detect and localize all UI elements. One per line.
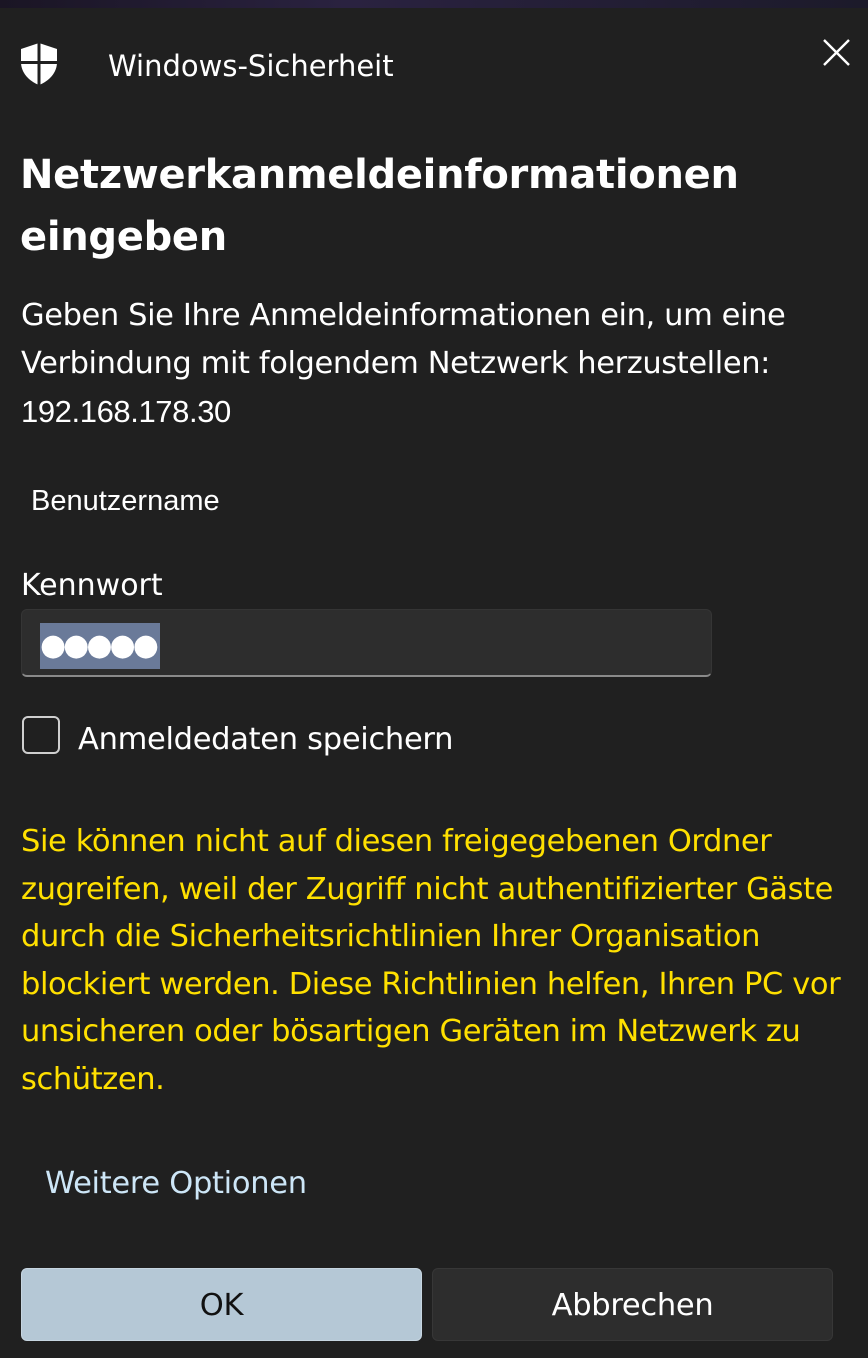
password-field[interactable]: ●●●●● — [21, 609, 712, 677]
password-value: ●●●●● — [40, 623, 160, 669]
warning-message: Sie können nicht auf diesen freigegebene… — [21, 824, 841, 1097]
ok-button[interactable]: OK — [21, 1268, 422, 1341]
description-text: Geben Sie Ihre Anmeldeinformationen ein,… — [21, 298, 786, 381]
username-label: Benutzername — [31, 485, 220, 517]
app-title: Windows-Sicherheit — [108, 49, 394, 83]
dialog-heading: Netzwerkanmeldeinformationen eingeben — [20, 152, 739, 260]
shield-icon — [21, 43, 57, 85]
close-icon[interactable] — [818, 34, 854, 70]
window-top-edge — [0, 0, 868, 8]
credential-dialog: Windows-Sicherheit Netzwerkanmeldeinform… — [0, 8, 868, 1358]
password-label: Kennwort — [21, 568, 163, 603]
remember-credentials-label[interactable]: Anmeldedaten speichern — [78, 720, 453, 760]
more-options-link[interactable]: Weitere Optionen — [45, 1164, 307, 1204]
dialog-description: Geben Sie Ihre Anmeldeinformationen ein,… — [21, 292, 851, 436]
cancel-button[interactable]: Abbrechen — [432, 1268, 833, 1341]
network-address: 192.168.178.30 — [21, 394, 231, 429]
remember-credentials-checkbox[interactable] — [22, 716, 60, 754]
